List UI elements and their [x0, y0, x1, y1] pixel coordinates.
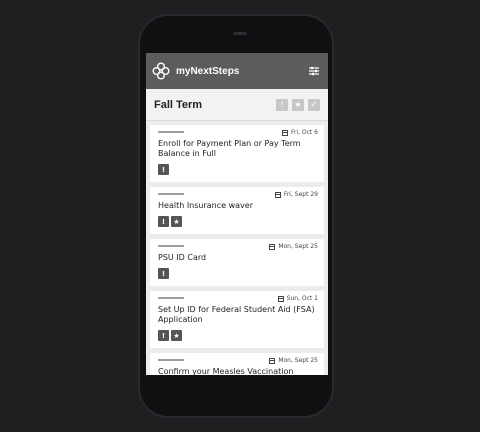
important-tag: ! — [158, 164, 169, 175]
app-title: myNextSteps — [176, 65, 240, 77]
filter-starred-button[interactable]: ★ — [292, 98, 304, 111]
filter-button[interactable] — [306, 63, 322, 79]
task-card[interactable]: Fri, Sept 29 Health Insurance waver ! ★ — [150, 187, 324, 234]
term-title: Fall Term — [154, 98, 203, 111]
progress-bar — [158, 359, 184, 361]
task-card[interactable]: Mon, Sept 25 Confirm your Measles Vaccin… — [150, 353, 324, 375]
task-list: Fri, Oct 6 Enroll for Payment Plan or Pa… — [146, 121, 328, 375]
sliders-icon — [309, 66, 319, 76]
task-title: Enroll for Payment Plan or Pay Term Bala… — [158, 139, 301, 158]
task-title: Confirm your Measles Vaccination — [158, 367, 294, 375]
due-date: Mon, Sept 25 — [269, 357, 318, 364]
task-card[interactable]: Sun, Oct 1 Set Up ID for Federal Student… — [150, 291, 324, 348]
task-card[interactable]: Mon, Sept 25 PSU ID Card ! — [150, 239, 324, 286]
due-date: Fri, Sept 29 — [274, 191, 318, 198]
important-tag: ! — [158, 268, 169, 279]
starred-tag: ★ — [171, 330, 182, 341]
progress-bar — [158, 297, 184, 299]
calendar-icon — [277, 295, 284, 302]
filter-important-button[interactable]: ! — [276, 98, 288, 111]
due-date: Fri, Oct 6 — [281, 129, 318, 136]
task-card[interactable]: Fri, Oct 6 Enroll for Payment Plan or Pa… — [150, 125, 324, 182]
due-date: Mon, Sept 25 — [269, 243, 318, 250]
due-date: Sun, Oct 1 — [277, 295, 318, 302]
progress-bar — [158, 131, 184, 133]
app-screen: myNextSteps Fall Term ! ★ ✓ Fri, Oct 6 E… — [146, 53, 328, 375]
calendar-icon — [269, 357, 276, 364]
phone-speaker — [233, 32, 247, 35]
progress-bar — [158, 245, 184, 247]
progress-bar — [158, 193, 184, 195]
task-title: Set Up ID for Federal Student Aid (FSA) … — [158, 305, 315, 324]
calendar-icon — [274, 191, 281, 198]
task-title: Health Insurance waver — [158, 201, 253, 210]
calendar-icon — [281, 129, 288, 136]
task-title: PSU ID Card — [158, 253, 207, 262]
filter-completed-button[interactable]: ✓ — [308, 98, 320, 111]
term-header: Fall Term ! ★ ✓ — [146, 89, 328, 121]
important-tag: ! — [158, 216, 169, 227]
app-header: myNextSteps — [146, 53, 328, 89]
starred-tag: ★ — [171, 216, 182, 227]
important-tag: ! — [158, 330, 169, 341]
app-logo-icon — [152, 62, 170, 80]
calendar-icon — [269, 243, 276, 250]
